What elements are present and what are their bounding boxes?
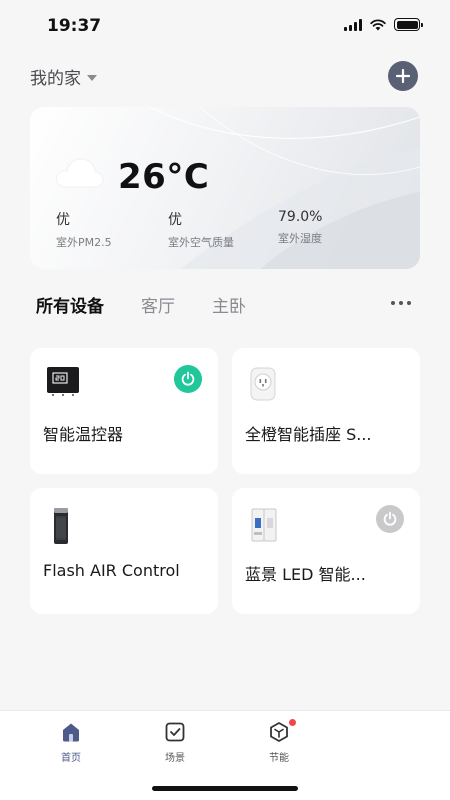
weather-card[interactable]: 26°C 优 室外PM2.5 优 室外空气质量 79.0% 室外湿度 xyxy=(30,107,420,269)
power-icon xyxy=(383,511,397,526)
scene-check-icon xyxy=(165,722,185,742)
humidity-label: 室外湿度 xyxy=(278,232,322,245)
tab-master-bedroom[interactable]: 主卧 xyxy=(212,292,246,317)
device-name: 全橙智能插座 S... xyxy=(245,425,372,444)
pm25-metric: 优 室外PM2.5 xyxy=(56,209,112,250)
notification-badge xyxy=(289,719,296,726)
device-name: 智能温控器 xyxy=(43,425,124,444)
air-purifier-icon xyxy=(54,508,68,544)
nav-item-home[interactable]: 首页 xyxy=(41,721,101,764)
home-icon xyxy=(63,723,79,742)
tab-all-devices[interactable]: 所有设备 xyxy=(36,292,104,317)
circuit-breaker-icon xyxy=(251,508,277,542)
tab-living-room[interactable]: 客厅 xyxy=(141,292,175,317)
power-toggle-off[interactable] xyxy=(376,505,404,533)
power-toggle-on[interactable] xyxy=(174,365,202,393)
device-card-smart-plug[interactable]: 全橙智能插座 S... xyxy=(232,348,420,474)
room-tabs: 所有设备 客厅 主卧 xyxy=(36,292,283,317)
cloud-icon xyxy=(55,158,104,188)
thermostat-icon xyxy=(47,367,79,396)
home-selector[interactable]: 我的家 xyxy=(30,64,97,89)
device-card-thermostat[interactable]: 智能温控器 xyxy=(30,348,218,474)
air-quality-label: 室外空气质量 xyxy=(168,236,234,249)
smart-plug-icon xyxy=(250,367,276,401)
air-quality-metric: 优 室外空气质量 xyxy=(168,209,234,250)
energy-cube-icon xyxy=(270,722,288,742)
temperature-value: 26°C xyxy=(118,157,210,197)
nav-label-home: 首页 xyxy=(61,753,81,764)
pm25-label: 室外PM2.5 xyxy=(56,236,112,249)
pm25-value: 优 xyxy=(56,212,70,228)
caret-down-icon xyxy=(87,74,97,81)
nav-item-energy[interactable]: 节能 xyxy=(249,719,309,764)
status-bar: 19:37 xyxy=(0,0,450,50)
home-name: 我的家 xyxy=(30,69,81,89)
air-quality-value: 优 xyxy=(168,212,182,228)
device-name: 蓝景 LED 智能... xyxy=(245,565,366,584)
nav-item-scene[interactable]: 场景 xyxy=(145,721,205,764)
device-card-circuit-breaker[interactable]: 蓝景 LED 智能... xyxy=(232,488,420,614)
nav-label-energy: 节能 xyxy=(269,753,289,764)
humidity-metric: 79.0% 室外湿度 xyxy=(278,209,322,246)
device-name: Flash AIR Control xyxy=(43,561,180,580)
device-card-air-purifier[interactable]: Flash AIR Control xyxy=(30,488,218,614)
status-icons xyxy=(344,18,423,31)
home-indicator xyxy=(152,786,298,791)
power-icon xyxy=(181,371,195,386)
more-horizontal-icon[interactable] xyxy=(391,301,411,305)
wifi-icon xyxy=(370,18,386,30)
add-device-button[interactable] xyxy=(388,61,418,91)
signal-icon xyxy=(344,18,362,31)
battery-icon xyxy=(394,18,423,31)
status-time: 19:37 xyxy=(47,16,102,36)
nav-label-scene: 场景 xyxy=(165,753,185,764)
humidity-value: 79.0% xyxy=(278,209,323,225)
plus-icon xyxy=(396,69,410,83)
